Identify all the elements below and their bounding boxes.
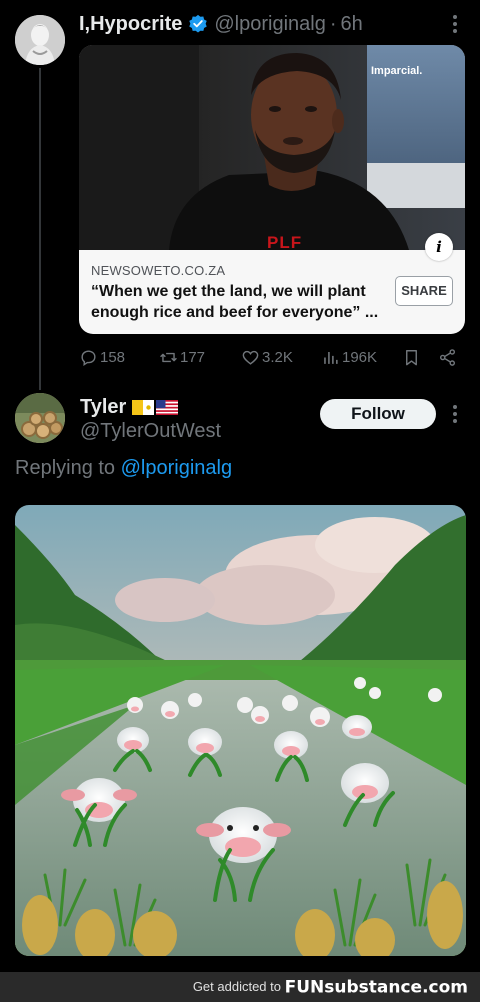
info-icon[interactable]: i <box>425 233 453 261</box>
vatican-flag-icon <box>132 400 155 415</box>
display-name[interactable]: Tyler <box>80 396 126 419</box>
verified-badge-icon <box>189 14 208 33</box>
tweet-actions: 158 177 3.2K 196K <box>79 346 465 368</box>
retweet-icon <box>160 352 177 362</box>
views-icon <box>324 351 338 364</box>
handle[interactable]: @TylerOutWest <box>80 420 221 443</box>
display-name[interactable]: I,Hypocrite <box>79 13 182 36</box>
retweet-button[interactable]: 177 <box>159 346 205 368</box>
separator-dot: · <box>329 12 337 35</box>
tweet-header: I,Hypocrite @lporiginalg · 6h <box>79 11 363 37</box>
more-icon[interactable] <box>452 405 458 425</box>
card-headline[interactable]: “When we get the land, we will plant eno… <box>91 281 383 323</box>
like-count: 3.2K <box>262 348 293 366</box>
retweet-count: 177 <box>180 348 206 366</box>
timestamp[interactable]: 6h <box>341 13 363 36</box>
bookmark-button[interactable] <box>402 346 423 368</box>
card-domain: NEWSOWETO.CO.ZA <box>91 263 226 278</box>
attached-image[interactable] <box>15 505 466 956</box>
handle[interactable]: @lporiginalg <box>214 13 325 36</box>
replying-to-line: Replying to @lporiginalg <box>15 457 232 480</box>
card-share-button[interactable]: SHARE <box>395 276 453 306</box>
rice-field-cows-illustration <box>15 505 466 956</box>
background-caption: Imparcial. <box>371 65 423 77</box>
follow-button[interactable]: Follow <box>320 399 436 429</box>
views-button[interactable]: 196K <box>321 346 377 368</box>
footer-brand: FUNsubstance.com <box>284 977 468 998</box>
us-flag-icon <box>156 400 179 415</box>
replying-to-mention[interactable]: @lporiginalg <box>121 457 232 479</box>
reply-count: 158 <box>100 348 126 366</box>
view-count: 196K <box>342 348 378 366</box>
avatar[interactable] <box>15 15 65 65</box>
statue-avatar-image <box>15 15 65 65</box>
thread-connector-line <box>39 68 41 390</box>
replying-prefix: Replying to <box>15 457 116 479</box>
watermark-footer: Get addicted to FUNsubstance.com <box>0 972 480 1002</box>
display-name-row: Tyler <box>80 396 179 419</box>
reply-button[interactable]: 158 <box>79 346 125 368</box>
share-icon <box>439 348 456 366</box>
shirt-logo: PLF <box>267 233 303 250</box>
like-icon <box>242 350 259 365</box>
bookmark-icon <box>406 349 417 365</box>
firewood-avatar-image <box>15 393 65 443</box>
article-photo: Imparcial. PLF <box>79 45 465 250</box>
avatar[interactable] <box>15 393 65 443</box>
reply-icon <box>81 349 96 366</box>
footer-text: Get addicted to <box>192 979 281 994</box>
like-button[interactable]: 3.2K <box>241 346 293 368</box>
more-icon[interactable] <box>452 15 458 35</box>
share-button[interactable] <box>438 346 459 368</box>
link-preview-card[interactable]: Imparcial. PLF i NEWSOWETO.CO.ZA “When w… <box>79 45 465 334</box>
